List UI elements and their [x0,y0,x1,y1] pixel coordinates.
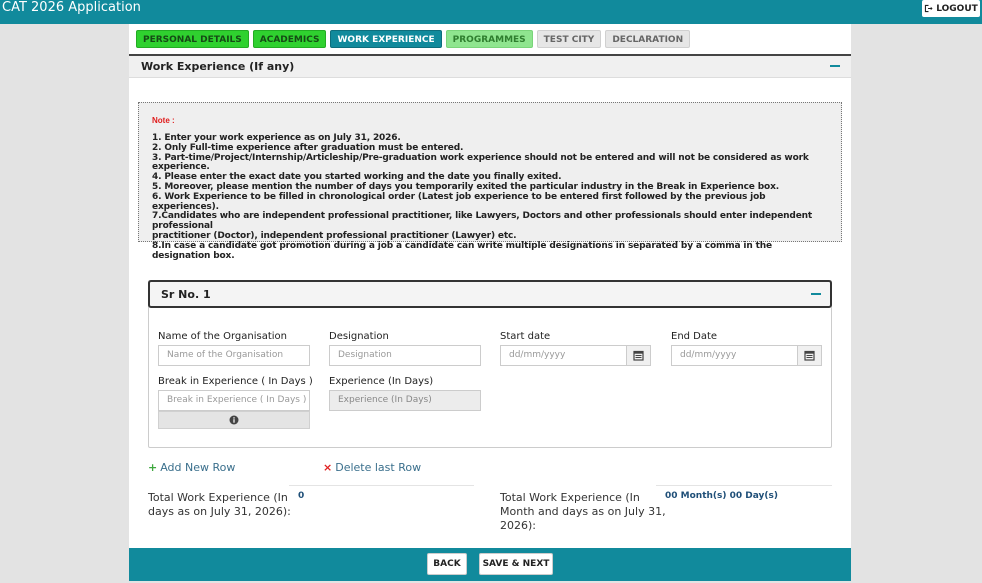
total-days-label-line: days as on July 31, 2026): [148,505,291,518]
org-input[interactable]: Name of the Organisation [158,345,310,366]
tab-academics[interactable]: ACADEMICS [252,30,327,48]
total-months-value: 00 Month(s) 00 Day(s) [665,491,779,501]
total-months-label-line: Month and days as on July 31, [500,505,666,518]
note-line: 8.In case a candidate got promotion duri… [152,240,772,261]
experience-input: Experience (In Days) [329,390,481,411]
note-title: Note : [152,116,175,125]
work-entry-header[interactable]: Sr No. 1 [148,280,832,308]
delete-row-label: Delete last Row [335,461,422,474]
end-date-label: End Date [671,331,718,342]
section-header[interactable]: Work Experience (If any) [129,54,851,78]
logout-button[interactable]: LOGOUT [922,0,980,17]
minus-icon[interactable] [830,65,840,67]
start-date-calendar-button[interactable] [626,345,651,366]
note-line: 3. Part-time/Project/Internship/Articles… [152,152,809,173]
start-date-label: Start date [500,331,551,342]
work-entry-card: Sr No. 1 Name of the Organisation Name o… [148,280,832,448]
total-months-label-line: 2026): [500,519,536,532]
tab-declaration[interactable]: DECLARATION [605,30,691,48]
times-icon: × [323,461,333,474]
total-months-label: Total Work Experience (In Month and days… [500,491,666,533]
section-title: Work Experience (If any) [141,60,295,73]
footer-bar: BACK SAVE & NEXT [129,548,851,581]
calendar-icon [633,350,644,361]
tab-work-experience[interactable]: WORK EXPERIENCE [330,30,442,48]
add-row-link[interactable]: + Add New Row [148,461,235,474]
work-entry-title: Sr No. 1 [161,288,211,301]
main-panel: PERSONAL DETAILS ACADEMICS WORK EXPERIEN… [129,24,851,548]
tab-personal-details[interactable]: PERSONAL DETAILS [136,30,249,48]
designation-input[interactable]: Designation [329,345,481,366]
tab-programmes[interactable]: PROGRAMMES [445,30,533,48]
note-line: 6. Work Experience to be filled in chron… [152,191,766,212]
back-button[interactable]: BACK [427,553,467,575]
minus-icon[interactable] [811,293,821,295]
start-date-input[interactable]: dd/mm/yyyy [500,345,627,366]
total-months-label-line: Total Work Experience (In [500,491,640,504]
total-divider [656,485,832,486]
calendar-icon [804,350,815,361]
tab-test-city[interactable]: TEST CITY [536,30,602,48]
break-info-button[interactable] [158,411,310,429]
note-box: Note : 1. Enter your work experience as … [138,102,842,260]
info-circle-icon [229,415,239,425]
org-label: Name of the Organisation [158,331,287,342]
break-input[interactable]: Break in Experience ( In Days ) [158,390,310,411]
save-next-button[interactable]: SAVE & NEXT [479,553,553,575]
end-date-input[interactable]: dd/mm/yyyy [671,345,798,366]
step-tabs: PERSONAL DETAILS ACADEMICS WORK EXPERIEN… [136,30,691,48]
app-header: CAT 2026 Application LOGOUT [0,0,982,24]
delete-row-link[interactable]: × Delete last Row [323,461,421,474]
designation-label: Designation [329,331,389,342]
logout-label: LOGOUT [936,3,978,14]
app-title: CAT 2026 Application [2,0,141,15]
plus-icon: + [148,461,158,474]
experience-label: Experience (In Days) [329,376,434,387]
total-days-label-line: Total Work Experience (In [148,491,288,504]
total-days-value: 0 [298,491,305,501]
total-days-label: Total Work Experience (In days as on Jul… [148,491,291,519]
note-line: 7.Candidates who are independent profess… [152,211,813,232]
total-divider [289,485,474,486]
sign-out-icon [925,4,933,13]
break-label: Break in Experience ( In Days ) [158,376,313,387]
end-date-calendar-button[interactable] [797,345,822,366]
add-row-label: Add New Row [160,461,236,474]
